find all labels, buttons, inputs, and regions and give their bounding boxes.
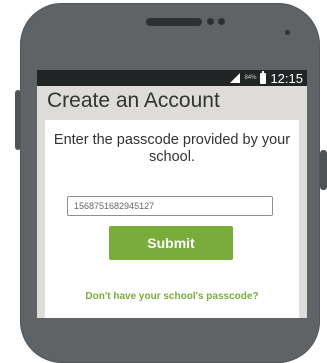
- speaker-grille: [146, 18, 202, 26]
- clock: 12:15: [270, 70, 303, 86]
- front-camera-icon: [207, 18, 214, 25]
- instruction-text: Enter the passcode provided by your scho…: [53, 132, 291, 165]
- page-title: Create an Account: [47, 89, 220, 112]
- passcode-card: Enter the passcode provided by your scho…: [45, 120, 299, 318]
- battery-icon: [260, 70, 267, 84]
- light-sensor-icon: [285, 30, 290, 35]
- no-passcode-link[interactable]: Don't have your school's passcode?: [45, 291, 299, 302]
- battery-percent: 84%: [244, 75, 257, 81]
- proximity-sensor-icon: [218, 18, 225, 25]
- submit-button[interactable]: Submit: [109, 226, 233, 260]
- app-screen: 84% 12:15 Create an Account Enter the pa…: [37, 70, 307, 318]
- signal-icon: [230, 73, 241, 83]
- passcode-input[interactable]: 1568751682945127: [67, 196, 273, 216]
- power-button: [320, 150, 327, 190]
- status-bar: 84% 12:15: [37, 70, 307, 86]
